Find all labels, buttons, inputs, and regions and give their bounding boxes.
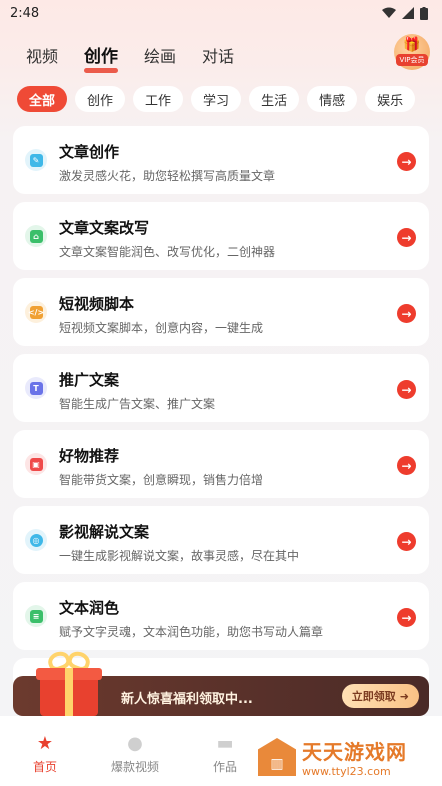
- card-desc: 智能生成广告文案、推广文案: [59, 397, 216, 411]
- film-reel-icon: ◎: [25, 529, 47, 551]
- nav-home[interactable]: ★ 首页: [0, 716, 90, 786]
- arrow-right-icon[interactable]: →: [397, 152, 416, 171]
- signal-icon: [402, 7, 414, 19]
- tool-card[interactable]: ≡ 文本润色 赋予文字灵魂，文本润色功能，助您书写动人篇章 →: [13, 582, 429, 650]
- arrow-circle-icon: ➜: [399, 689, 409, 703]
- chip-create[interactable]: 创作: [75, 86, 126, 112]
- card-desc: 文章文案智能润色、改写优化，二创神器: [59, 245, 276, 259]
- chip-life[interactable]: 生活: [249, 86, 300, 112]
- vip-label: VIP会员: [396, 54, 428, 66]
- gift-box-icon: [34, 648, 104, 716]
- arrow-right-icon[interactable]: →: [397, 380, 416, 399]
- card-title: 文章文案改写: [59, 219, 150, 237]
- tool-card-list: ✎ 文章创作 激发灵感火花，助您轻松撰写高质量文章 → ⌂ 文章文案改写 文章文…: [13, 126, 429, 706]
- battery-icon: [420, 6, 428, 20]
- status-icons: [382, 6, 428, 20]
- chip-entertainment[interactable]: 娱乐: [365, 86, 416, 112]
- arrow-right-icon[interactable]: →: [397, 456, 416, 475]
- claim-button-label: 立即领取: [351, 690, 396, 703]
- card-desc: 短视频文案脚本，创意内容，一键生成: [59, 321, 264, 335]
- card-desc: 智能带货文案，创意瞬现，销售力倍增: [59, 473, 264, 487]
- arrow-right-icon[interactable]: →: [397, 228, 416, 247]
- tab-chat[interactable]: 对话: [202, 43, 234, 71]
- card-title: 文本润色: [59, 599, 120, 617]
- tab-draw[interactable]: 绘画: [144, 43, 176, 71]
- tool-card[interactable]: </> 短视频脚本 短视频文案脚本，创意内容，一键生成 →: [13, 278, 429, 346]
- document-icon: ≡: [25, 605, 47, 627]
- watermark-title: 天天游戏网: [302, 740, 407, 764]
- flame-icon: ●: [127, 732, 143, 754]
- claim-button[interactable]: 立即领取 ➜: [341, 684, 419, 708]
- code-icon: </>: [25, 301, 47, 323]
- chip-all[interactable]: 全部: [17, 86, 68, 112]
- tool-card[interactable]: ✎ 文章创作 激发灵感火花，助您轻松撰写高质量文章 →: [13, 126, 429, 194]
- tool-card[interactable]: ⌂ 文章文案改写 文章文案智能润色、改写优化，二创神器 →: [13, 202, 429, 270]
- chip-study[interactable]: 学习: [191, 86, 242, 112]
- gift-icon: 🎁: [403, 37, 421, 53]
- status-bar: 2:48: [0, 0, 442, 26]
- nav-home-label: 首页: [32, 760, 57, 774]
- folder-icon: ▬: [216, 732, 234, 754]
- vip-button[interactable]: 🎁 VIP会员: [394, 34, 430, 70]
- watermark: ▥ 天天游戏网 www.ttyl23.com: [258, 736, 407, 778]
- card-desc: 一键生成影视解说文案，故事灵感，尽在其中: [59, 549, 300, 563]
- card-title: 推广文案: [59, 371, 120, 389]
- chip-emotion[interactable]: 情感: [307, 86, 358, 112]
- category-chips: 全部 创作 工作 学习 生活 情感 娱乐: [17, 86, 416, 112]
- tab-create[interactable]: 创作: [84, 42, 119, 73]
- card-title: 文章创作: [59, 143, 120, 161]
- arrow-right-icon[interactable]: →: [397, 532, 416, 551]
- wifi-icon: [382, 7, 396, 18]
- pen-icon: ✎: [25, 149, 47, 171]
- nav-hot-videos[interactable]: ● 爆款视频: [90, 716, 180, 786]
- watermark-logo-icon: ▥: [258, 738, 296, 776]
- chip-work[interactable]: 工作: [133, 86, 184, 112]
- card-desc: 激发灵感火花，助您轻松撰写高质量文章: [59, 169, 276, 183]
- watermark-url: www.ttyl23.com: [302, 765, 391, 778]
- house-edit-icon: ⌂: [25, 225, 47, 247]
- card-title: 影视解说文案: [59, 523, 150, 541]
- top-tabs: 视频 创作 绘画 对话: [26, 42, 234, 73]
- tool-card[interactable]: ◎ 影视解说文案 一键生成影视解说文案，故事灵感，尽在其中 →: [13, 506, 429, 574]
- promo-text: 新人惊喜福利领取中...: [121, 692, 253, 707]
- arrow-right-icon[interactable]: →: [397, 608, 416, 627]
- tab-video[interactable]: 视频: [26, 43, 58, 71]
- card-title: 好物推荐: [59, 447, 120, 465]
- tool-card[interactable]: T 推广文案 智能生成广告文案、推广文案 →: [13, 354, 429, 422]
- shopping-bag-icon: ▣: [25, 453, 47, 475]
- text-t-icon: T: [25, 377, 47, 399]
- card-title: 短视频脚本: [59, 295, 135, 313]
- nav-hot-videos-label: 爆款视频: [110, 760, 159, 774]
- nav-works-label: 作品: [212, 760, 237, 774]
- tool-card[interactable]: ▣ 好物推荐 智能带货文案，创意瞬现，销售力倍增 →: [13, 430, 429, 498]
- card-desc: 赋予文字灵魂，文本润色功能，助您书写动人篇章: [59, 625, 324, 639]
- status-time: 2:48: [10, 5, 40, 21]
- home-star-icon: ★: [36, 732, 54, 754]
- arrow-right-icon[interactable]: →: [397, 304, 416, 323]
- nav-works[interactable]: ▬ 作品: [180, 716, 270, 786]
